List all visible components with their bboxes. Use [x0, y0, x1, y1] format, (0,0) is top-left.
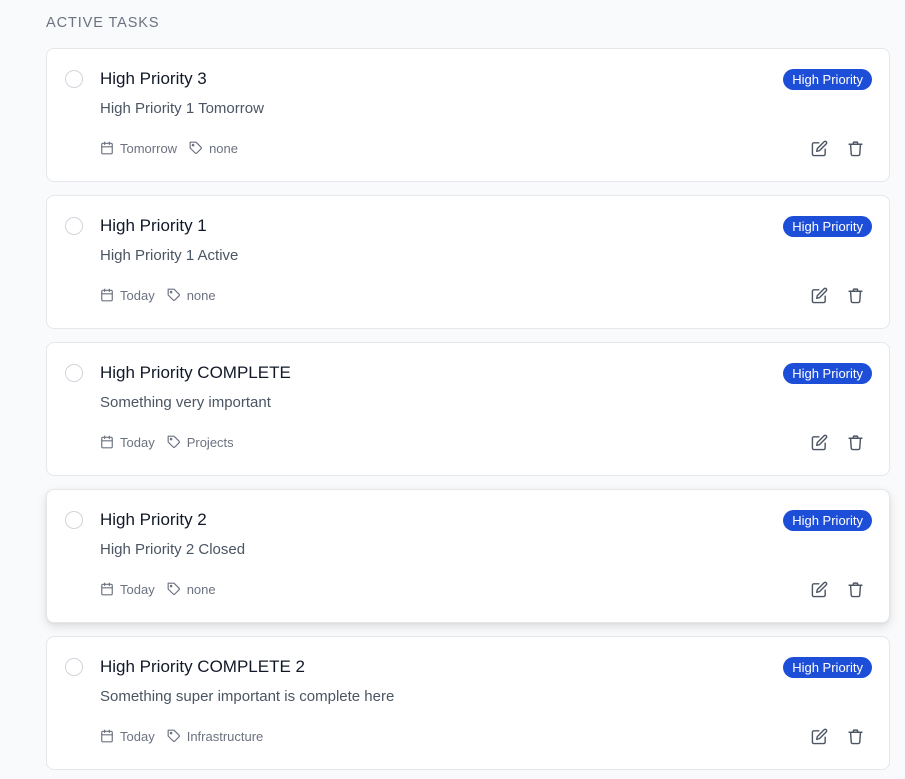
edit-icon	[811, 581, 827, 597]
tag-label: none	[186, 287, 216, 303]
trash-icon	[847, 581, 863, 597]
circle-checkbox-icon[interactable]	[65, 511, 83, 529]
task-meta: Today Projects	[100, 433, 246, 451]
edit-icon	[811, 287, 827, 303]
tag-label: Infrastructure	[186, 728, 264, 744]
due-date: Today	[100, 729, 155, 744]
task-meta: Tomorrow none	[100, 139, 250, 157]
trash-icon	[847, 434, 863, 450]
tag-icon	[189, 141, 203, 154]
task-card: High Priority 3 High Priority 1 Tomorrow…	[46, 48, 890, 182]
delete-button[interactable]	[845, 138, 865, 158]
due-label: Today	[120, 581, 155, 597]
circle-checkbox-icon[interactable]	[65, 364, 83, 382]
task-description: Something very important	[100, 394, 271, 411]
calendar-icon	[101, 288, 113, 302]
priority-badge: High Priority	[783, 510, 872, 531]
tag: Infrastructure	[167, 728, 264, 744]
tag: Projects	[167, 435, 234, 450]
due-label: Tomorrow	[120, 140, 178, 156]
tag: none	[167, 582, 216, 597]
task-actions	[809, 579, 865, 599]
edit-button[interactable]	[809, 285, 829, 305]
task-title: High Priority 2	[100, 510, 207, 529]
tag: none	[189, 141, 238, 156]
edit-button[interactable]	[809, 138, 829, 158]
task-title: High Priority COMPLETE 2	[100, 657, 305, 676]
task-title: High Priority 1	[100, 216, 207, 235]
due-label: Today	[120, 287, 155, 303]
task-list: High Priority 3 High Priority 1 Tomorrow…	[46, 48, 890, 779]
task-description: High Priority 2 Closed	[100, 541, 246, 558]
trash-icon	[847, 287, 863, 303]
delete-button[interactable]	[845, 432, 865, 452]
delete-button[interactable]	[845, 726, 865, 746]
section-title: ACTIVE TASKS	[46, 15, 160, 31]
task-title: High Priority COMPLETE	[100, 363, 291, 382]
priority-badge: High Priority	[783, 69, 872, 90]
task-card: High Priority COMPLETE 2 Something super…	[46, 636, 890, 770]
tag-label: none	[209, 140, 238, 156]
tag-icon	[167, 435, 180, 448]
tag-icon	[167, 729, 180, 742]
tag-label: none	[186, 581, 216, 597]
edit-icon	[811, 728, 827, 744]
trash-icon	[847, 140, 863, 156]
due-date: Today	[100, 288, 155, 303]
task-description: Something super important is complete he…	[100, 688, 395, 705]
task-meta: Today Infrastructure	[100, 727, 275, 745]
tag-icon	[167, 582, 180, 595]
app-root: ACTIVE TASKS High Priority 3 High Priori…	[0, 0, 905, 779]
delete-button[interactable]	[845, 285, 865, 305]
due-date: Today	[100, 435, 155, 450]
calendar-icon	[101, 435, 113, 449]
trash-icon	[847, 728, 863, 744]
circle-checkbox-icon[interactable]	[65, 658, 83, 676]
calendar-icon	[101, 729, 113, 743]
circle-checkbox-icon[interactable]	[65, 70, 83, 88]
edit-icon	[811, 140, 827, 156]
due-label: Today	[120, 434, 155, 450]
edit-icon	[811, 434, 827, 450]
due-label: Today	[120, 728, 155, 744]
tag-icon	[167, 288, 180, 301]
task-meta: Today none	[100, 580, 228, 598]
delete-button[interactable]	[845, 579, 865, 599]
task-meta: Today none	[100, 286, 228, 304]
calendar-icon	[101, 582, 113, 596]
task-actions	[809, 138, 865, 158]
calendar-icon	[101, 141, 113, 155]
task-description: High Priority 1 Tomorrow	[100, 100, 264, 117]
due-date: Today	[100, 582, 155, 597]
tag: none	[167, 288, 216, 303]
task-actions	[809, 432, 865, 452]
task-actions	[809, 285, 865, 305]
circle-checkbox-icon[interactable]	[65, 217, 83, 235]
task-card: High Priority 1 High Priority 1 Active H…	[46, 195, 890, 329]
priority-badge: High Priority	[783, 363, 872, 384]
edit-button[interactable]	[809, 726, 829, 746]
priority-badge: High Priority	[783, 216, 872, 237]
tag-label: Projects	[186, 434, 234, 450]
task-card: High Priority 2 High Priority 2 Closed H…	[46, 489, 890, 623]
due-date: Tomorrow	[100, 141, 177, 156]
task-actions	[809, 726, 865, 746]
edit-button[interactable]	[809, 579, 829, 599]
priority-badge: High Priority	[783, 657, 872, 678]
edit-button[interactable]	[809, 432, 829, 452]
task-card: High Priority COMPLETE Something very im…	[46, 342, 890, 476]
task-description: High Priority 1 Active	[100, 247, 239, 264]
task-title: High Priority 3	[100, 69, 207, 88]
